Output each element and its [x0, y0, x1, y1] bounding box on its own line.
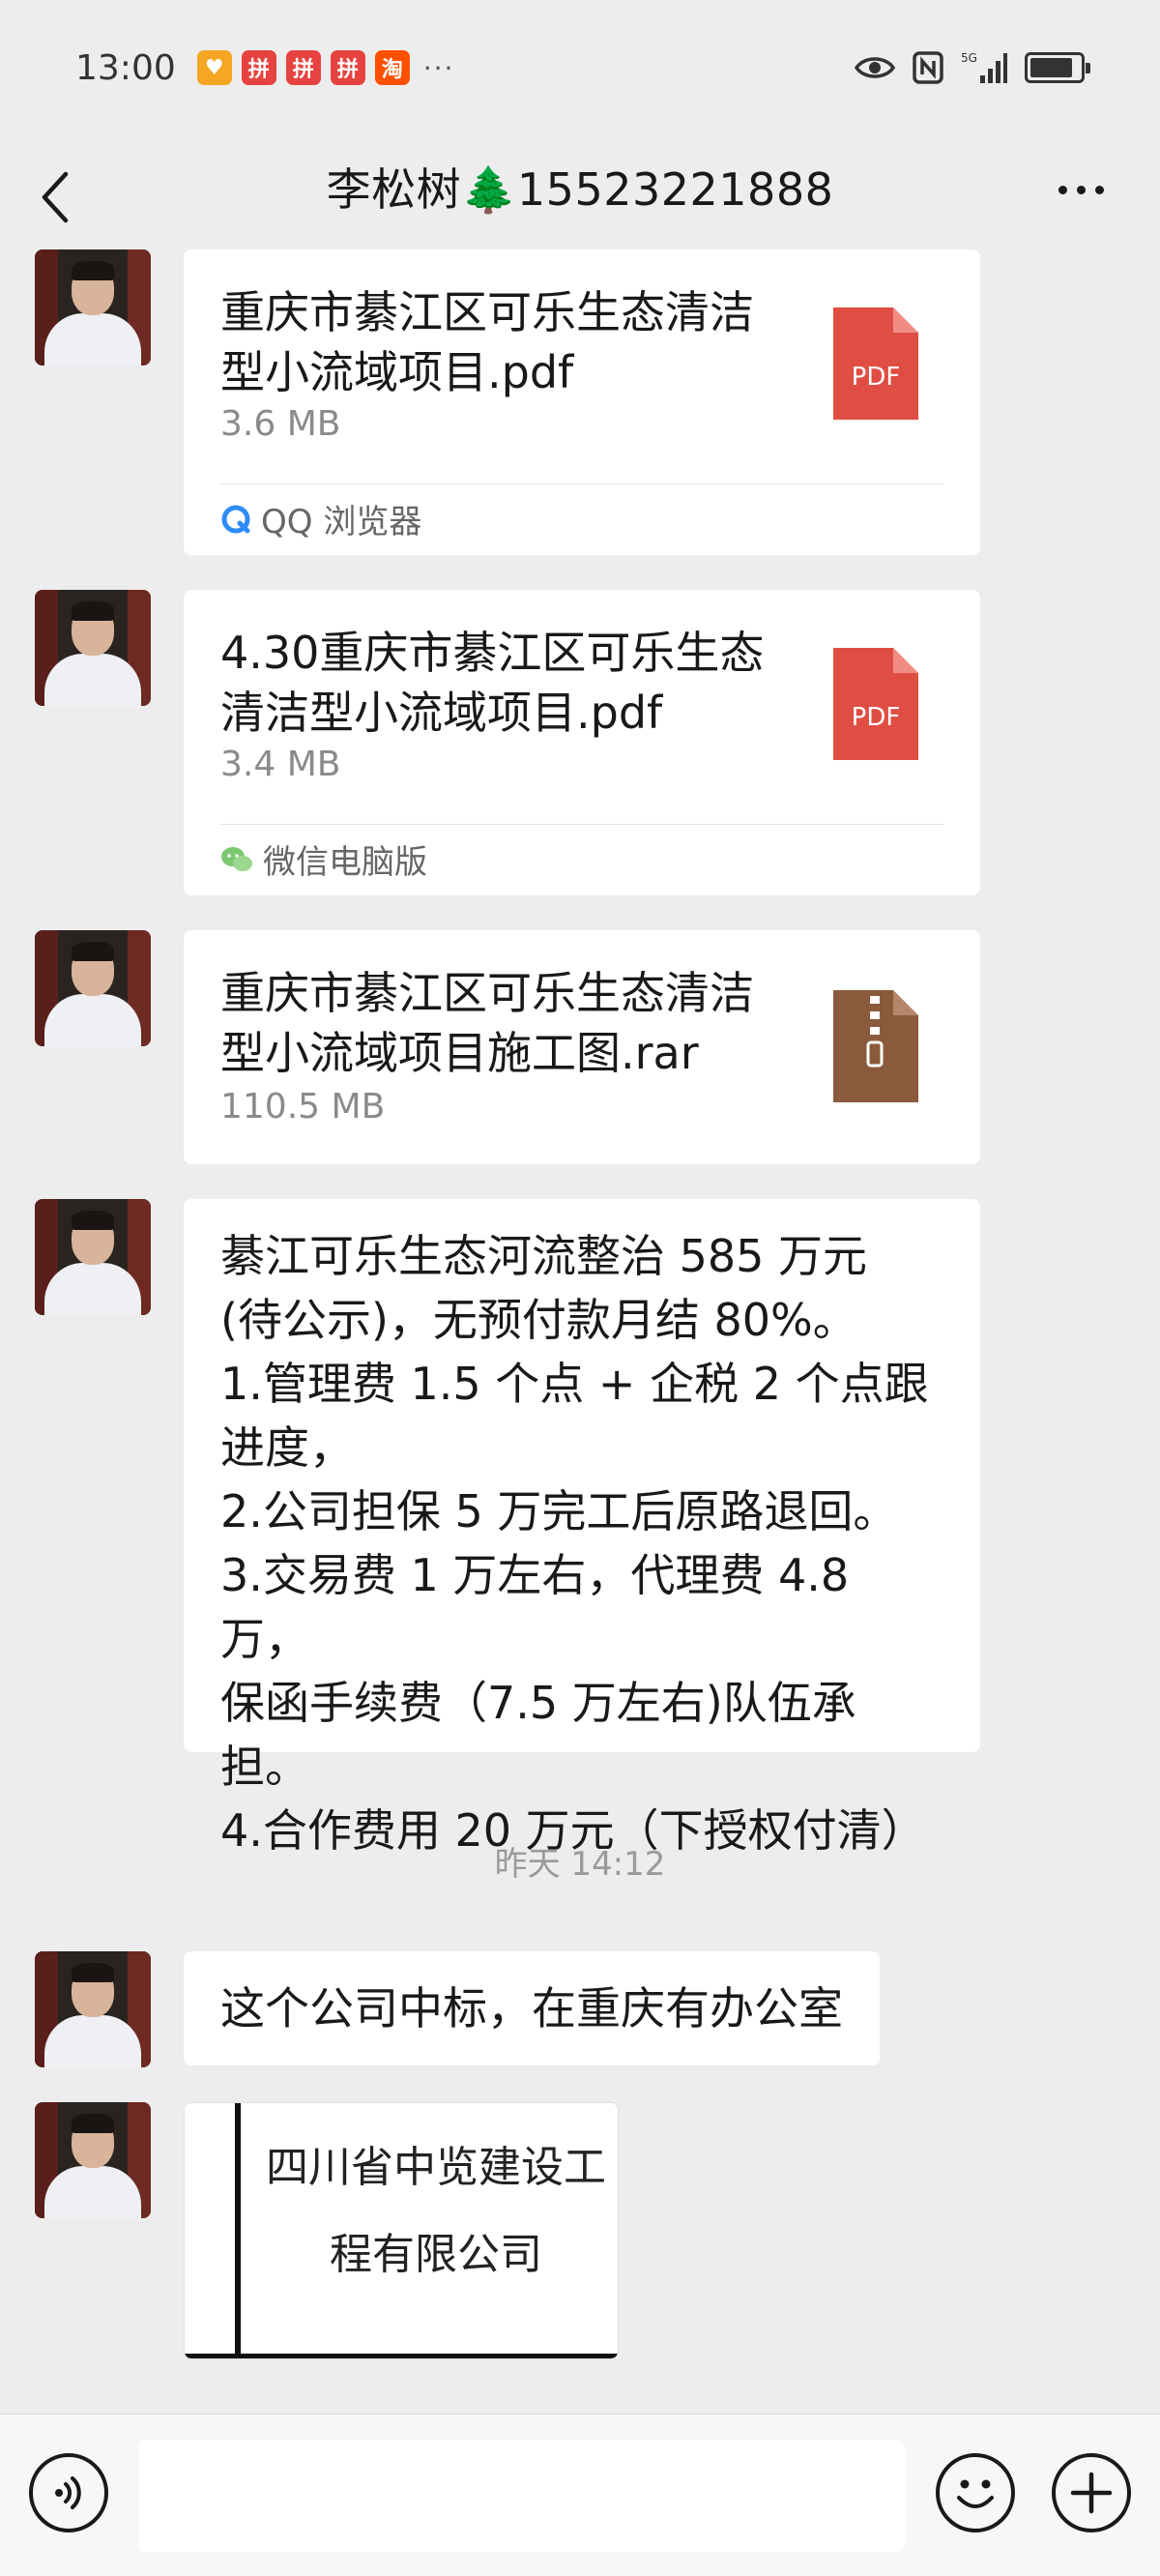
file-name: 重庆市綦江区可乐生态清洁型小流域项目.pdf: [220, 286, 754, 398]
chevron-left-icon: [42, 171, 69, 223]
voice-input-button[interactable]: [29, 2453, 108, 2532]
input-bar: [0, 2414, 1160, 2576]
avatar[interactable]: [35, 249, 151, 366]
file-name: 4.30重庆市綦江区可乐生态清洁型小流域项目.pdf: [220, 627, 765, 739]
message-line: 保函手续费（7.5 万左右)队伍承担。: [220, 1677, 856, 1793]
svg-text:PDF: PDF: [852, 703, 901, 732]
file-source: QQ 浏览器: [220, 495, 421, 542]
more-notifications-indicator: ···: [422, 51, 455, 84]
voice-icon: [55, 2476, 81, 2509]
chat-title: 李松树🌲15523221888: [326, 163, 834, 216]
pdf-icon: PDF: [833, 648, 918, 760]
file-size: 3.4 MB: [220, 745, 341, 784]
notification-icons: ♥ 拼 拼 拼 淘 ···: [196, 50, 455, 85]
svg-text:5G: 5G: [961, 51, 977, 65]
divider: [220, 483, 943, 484]
emoji-button[interactable]: [936, 2453, 1015, 2532]
message-line: 1.管理费 1.5 个点 + 企税 2 个点跟: [220, 1358, 929, 1410]
file-source-label: 微信电脑版: [263, 843, 427, 882]
message-line: 綦江可乐生态河流整治 585 万元: [220, 1230, 868, 1282]
image-message[interactable]: 四川省中览建设工 程有限公司: [184, 2102, 619, 2359]
dot-icon: [1077, 186, 1086, 194]
more-functions-button[interactable]: [1052, 2453, 1131, 2532]
wechat-pc-icon: [221, 846, 252, 871]
avatar[interactable]: [35, 930, 151, 1046]
message-text: 这个公司中标，在重庆有办公室: [220, 1982, 843, 2034]
back-button[interactable]: [39, 159, 77, 236]
smiley-icon: [957, 2479, 994, 2508]
message-line: 3.交易费 1 万左右，代理费 4.8 万，: [220, 1549, 863, 1665]
pdf-icon: PDF: [833, 307, 918, 420]
taobao-icon: 淘: [374, 50, 410, 85]
avatar[interactable]: [35, 1951, 151, 2067]
pinduoduo-icon: 拼: [285, 50, 321, 85]
nfc-icon: [913, 51, 943, 84]
shield-app-icon: ♥: [196, 50, 232, 85]
text-message[interactable]: 綦江可乐生态河流整治 585 万元 (待公示)，无预付款月结 80%。 1.管理…: [184, 1199, 980, 1857]
avatar[interactable]: [35, 1199, 151, 1315]
file-message[interactable]: 重庆市綦江区可乐生态清洁型小流域项目.pdf 3.6 MB PDF QQ 浏览器: [184, 249, 980, 555]
qq-browser-icon: [221, 505, 250, 533]
image-border-line: [235, 2103, 241, 2358]
system-status-icons: 5G: [855, 50, 1090, 85]
text-message[interactable]: 这个公司中标，在重庆有办公室: [184, 1951, 880, 2065]
avatar[interactable]: [35, 590, 151, 706]
dot-icon: [1095, 186, 1104, 194]
battery-icon: [1025, 52, 1090, 83]
file-source: 微信电脑版: [220, 835, 427, 883]
zip-archive-icon: [833, 990, 918, 1102]
dot-icon: [1058, 186, 1067, 194]
message-line: 进度，: [220, 1421, 354, 1474]
message-timestamp: 昨天 14:12: [494, 1845, 666, 1884]
battery-level: [1030, 58, 1072, 77]
file-name: 重庆市綦江区可乐生态清洁型小流域项目施工图.rar: [220, 967, 754, 1079]
plus-icon: [1070, 2472, 1113, 2514]
file-size: 110.5 MB: [220, 1087, 386, 1127]
signal-icon: 5G: [961, 50, 1007, 85]
file-size: 3.6 MB: [220, 404, 341, 444]
file-source-label: QQ 浏览器: [261, 503, 422, 542]
image-text-line: 四川省中览建设工: [266, 2143, 606, 2192]
file-message[interactable]: 重庆市綦江区可乐生态清洁型小流域项目施工图.rar 110.5 MB: [184, 930, 980, 1164]
status-bar: 13:00 ♥ 拼 拼 拼 淘 ··· 5G: [0, 0, 1160, 135]
divider: [220, 824, 943, 825]
pinduoduo-icon: 拼: [330, 50, 365, 85]
file-message[interactable]: 4.30重庆市綦江区可乐生态清洁型小流域项目.pdf 3.4 MB PDF 微信…: [184, 590, 980, 895]
eye-comfort-icon: [855, 53, 895, 82]
avatar[interactable]: [35, 2102, 151, 2218]
status-time: 13:00: [75, 47, 176, 88]
image-border-line: [185, 2354, 618, 2358]
more-options-button[interactable]: [1058, 186, 1104, 194]
message-line: 2.公司担保 5 万完工后原路退回。: [220, 1485, 898, 1537]
pinduoduo-icon: 拼: [241, 50, 276, 85]
message-line: (待公示)，无预付款月结 80%。: [220, 1294, 857, 1346]
message-input[interactable]: [139, 2440, 905, 2552]
svg-text:PDF: PDF: [852, 363, 901, 392]
image-text-line: 程有限公司: [330, 2230, 542, 2279]
